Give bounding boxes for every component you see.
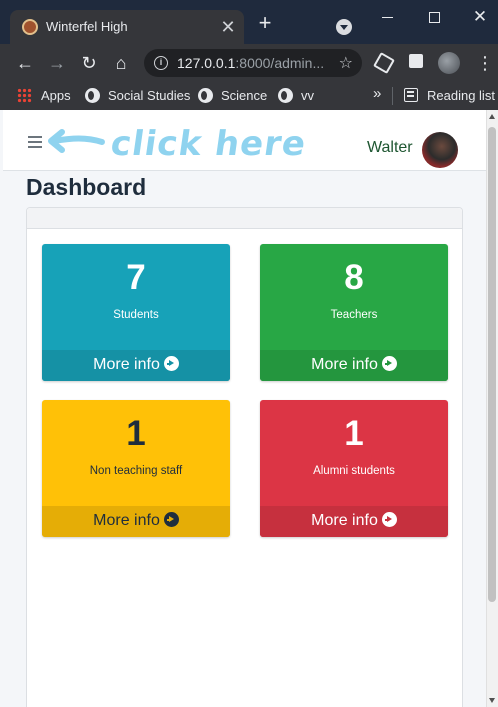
- arrow-circle-right-icon: [381, 512, 397, 527]
- apps-grid-icon[interactable]: [17, 88, 32, 103]
- reading-list-button[interactable]: Reading list: [427, 88, 495, 104]
- more-info-text: More info: [311, 356, 378, 373]
- reading-list-icon: [404, 88, 418, 102]
- bookmark-social-studies[interactable]: Social Studies: [108, 88, 190, 104]
- profile-avatar[interactable]: [438, 52, 460, 74]
- arrow-circle-right-icon: [381, 356, 397, 371]
- url-path: :8000/admin...: [235, 55, 325, 71]
- alumni-students-stat-box: 1 Alumni students More info: [260, 400, 448, 537]
- page-title: Dashboard: [26, 174, 147, 200]
- bookmarks-bar: Apps Social Studies Science vv » Reading…: [0, 82, 498, 110]
- site-favicon-icon: [22, 19, 38, 35]
- user-avatar[interactable]: [422, 132, 458, 168]
- scroll-down-icon[interactable]: [489, 698, 495, 703]
- teachers-count: 8: [344, 258, 364, 297]
- new-tab-button[interactable]: +: [255, 12, 275, 34]
- teachers-stat-box: 8 Teachers More info: [260, 244, 448, 381]
- address-bar[interactable]: i 127.0.0.1:8000/admin... ☆: [144, 49, 362, 77]
- bookmark-star-icon[interactable]: ☆: [339, 53, 353, 73]
- non-teaching-staff-stat-box: 1 Non teaching staff More info: [42, 400, 230, 537]
- more-bookmarks-chevron-icon[interactable]: »: [373, 85, 381, 102]
- extensions-puzzle-icon[interactable]: [409, 54, 423, 68]
- user-name[interactable]: Walter: [367, 139, 413, 157]
- bookmarks-divider: [392, 87, 393, 105]
- card-header: [27, 208, 462, 229]
- students-label: Students: [113, 309, 159, 321]
- scroll-up-icon[interactable]: [489, 114, 495, 119]
- tab-close-icon[interactable]: ✕: [218, 17, 238, 37]
- maximize-button[interactable]: [420, 6, 448, 28]
- browser-menu-icon[interactable]: ⋮: [476, 53, 494, 73]
- annotation-arrow-icon: [48, 129, 105, 153]
- globe-icon: [278, 88, 293, 103]
- more-info-text: More info: [93, 512, 160, 529]
- window-close-button[interactable]: ✕: [466, 6, 494, 28]
- students-more-info-link[interactable]: More info: [42, 350, 230, 381]
- alumni-students-count: 1: [344, 414, 364, 453]
- alumni-students-more-info-link[interactable]: More info: [260, 506, 448, 537]
- tab-title: Winterfel High: [46, 19, 128, 34]
- bookmark-science[interactable]: Science: [221, 88, 267, 104]
- alumni-students-label: Alumni students: [313, 465, 395, 477]
- page-viewport: click here Walter Dashboard 7 Students M…: [0, 110, 498, 707]
- back-arrow-icon[interactable]: ←: [15, 53, 35, 73]
- globe-icon: [85, 88, 100, 103]
- reload-icon[interactable]: ↻: [79, 53, 99, 73]
- students-stat-box: 7 Students More info: [42, 244, 230, 381]
- scrollbar-thumb[interactable]: [488, 127, 496, 602]
- url-text: 127.0.0.1:8000/admin...: [177, 55, 324, 71]
- non-teaching-staff-more-info-link[interactable]: More info: [42, 506, 230, 537]
- url-host: 127.0.0.1: [177, 55, 236, 71]
- dashboard-card: 7 Students More info 8 Teachers More inf…: [26, 207, 463, 707]
- extension-cube-icon[interactable]: [373, 52, 395, 74]
- top-navbar: click here Walter: [3, 110, 486, 171]
- arrow-circle-right-icon: [163, 512, 179, 527]
- students-count: 7: [126, 258, 146, 297]
- globe-icon: [198, 88, 213, 103]
- more-info-text: More info: [311, 512, 378, 529]
- browser-toolbar: ← → ↻ ⌂ i 127.0.0.1:8000/admin... ☆ ⋮: [0, 44, 498, 82]
- annotation-text: click here: [108, 124, 309, 164]
- bookmark-apps[interactable]: Apps: [41, 88, 71, 104]
- home-icon[interactable]: ⌂: [111, 53, 131, 73]
- page-scrollbar[interactable]: [486, 110, 498, 707]
- browser-titlebar: Winterfel High ✕ + ✕: [0, 0, 498, 44]
- non-teaching-staff-label: Non teaching staff: [89, 465, 183, 477]
- hamburger-menu-icon[interactable]: [28, 136, 42, 148]
- teachers-more-info-link[interactable]: More info: [260, 350, 448, 381]
- site-info-icon[interactable]: i: [154, 56, 168, 70]
- forward-arrow-icon[interactable]: →: [47, 53, 67, 73]
- more-info-text: More info: [93, 356, 160, 373]
- tab-search-icon[interactable]: [336, 19, 352, 35]
- non-teaching-staff-count: 1: [126, 414, 146, 453]
- arrow-circle-right-icon: [163, 356, 179, 371]
- browser-tab[interactable]: Winterfel High ✕: [10, 10, 244, 44]
- minimize-button[interactable]: [374, 6, 402, 28]
- bookmark-vv[interactable]: vv: [301, 88, 314, 104]
- teachers-label: Teachers: [330, 309, 378, 321]
